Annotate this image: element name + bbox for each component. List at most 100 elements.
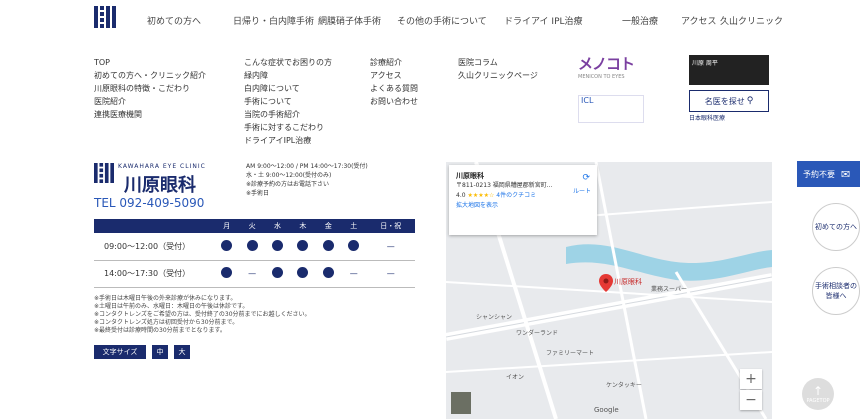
schedule-header: 水: [264, 219, 291, 233]
open-dot-icon: [221, 267, 233, 278]
nav-hisayama[interactable]: 久山クリニック: [720, 14, 783, 27]
menicon-banner[interactable]: メノコト MENICON TO EYES: [578, 53, 644, 93]
nav-retina[interactable]: 網膜硝子体手術: [318, 14, 381, 27]
hours-line: ※手術日: [246, 190, 270, 197]
map-pin-icon[interactable]: [599, 274, 613, 292]
first-visit-circle-button[interactable]: 初めての方へ: [812, 203, 860, 251]
open-dot-icon: [348, 239, 360, 251]
schedule-cell: [264, 260, 291, 288]
schedule-header: 土: [341, 219, 367, 233]
map-place-label: ワンダーランド: [516, 330, 559, 337]
open-dot-icon: [272, 239, 284, 251]
schedule-header: 月: [214, 219, 240, 233]
arrow-up-icon: ↑: [812, 384, 824, 398]
sitemap-link[interactable]: 初めての方へ・クリニック紹介: [94, 69, 206, 82]
directions-link[interactable]: ルート: [573, 187, 591, 197]
sitemap-link[interactable]: 医院紹介: [94, 95, 206, 108]
closed-dash-icon: —: [386, 269, 395, 278]
open-dot-icon: [221, 239, 233, 251]
note-line: ※コンタクトレンズをご希望の方は、受付終了の30分前までにお越しください。: [94, 311, 311, 318]
schedule-cell: —: [341, 260, 367, 288]
table-row: 09:00～12:00（受付） —: [94, 233, 415, 261]
schedule-header: [94, 219, 214, 233]
sitemap-link[interactable]: 診療紹介: [370, 56, 418, 69]
clinic-name-jp: 川原眼科: [124, 175, 196, 196]
pagetop-button[interactable]: ↑ PAGETOP: [802, 378, 834, 410]
schedule-cell: [341, 233, 367, 261]
doctor-banner[interactable]: 川原 周平: [689, 55, 769, 85]
icl-banner[interactable]: ICL: [578, 95, 644, 123]
sitemap-link[interactable]: 白内障について: [244, 82, 332, 95]
schedule-cell: —: [366, 233, 415, 261]
closed-dash-icon: —: [349, 269, 358, 278]
note-line: ※最終受付は診療時間の30分前までとなります。: [94, 327, 226, 334]
nav-dry-eye[interactable]: ドライアイ IPL治療: [504, 14, 583, 27]
meii-search-banner[interactable]: 名医を探せ ⚲: [689, 90, 769, 112]
font-size-medium-button[interactable]: 中: [152, 345, 168, 359]
sitemap-link[interactable]: 手術について: [244, 95, 332, 108]
sitemap-link[interactable]: ドライアイIPL治療: [244, 134, 332, 147]
sitemap-link[interactable]: お問い合わせ: [370, 95, 418, 108]
nav-access[interactable]: アクセス: [681, 14, 717, 27]
schedule-cell: [214, 260, 240, 288]
schedule-cell: [315, 233, 342, 261]
nav-first-visit[interactable]: 初めての方へ: [147, 14, 201, 27]
hours-line: AM 9:00～12:00 / PM 14:00～17:30(受付): [246, 163, 368, 170]
menicon-logo: メノコト: [578, 55, 635, 73]
nav-cataract[interactable]: 日帰り・白内障手術: [233, 14, 314, 27]
open-dot-icon: [272, 267, 284, 278]
schedule-cell: [290, 260, 316, 288]
map-reviews-link[interactable]: 4件のクチコミ: [496, 192, 536, 199]
sitemap-link[interactable]: 川原眼科の特徴・こだわり: [94, 82, 206, 95]
map-larger-link[interactable]: 拡大地図を表示: [456, 201, 590, 211]
directions-icon[interactable]: ⟳: [582, 173, 590, 183]
sitemap-link[interactable]: 連携医療機関: [94, 108, 206, 121]
clinic-name-en: KAWAHARA EYE CLINIC: [118, 163, 206, 170]
sitemap-link[interactable]: TOP: [94, 56, 206, 69]
schedule-body: 09:00～12:00（受付） — 14:00～17:30（受付） — — —: [94, 233, 415, 288]
surgery-label: 手術相談者の皆様へ: [815, 282, 857, 300]
font-size-large-button[interactable]: 大: [174, 345, 190, 359]
sitemap-col-4: 医院コラム 久山クリニックページ: [458, 56, 538, 82]
schedule-cell: —: [239, 260, 265, 288]
sitemap-link[interactable]: 当院の手術紹介: [244, 108, 332, 121]
sitemap-link[interactable]: こんな症状でお困りの方: [244, 56, 332, 69]
sitemap-link[interactable]: よくある質問: [370, 82, 418, 95]
nav-other-surgery[interactable]: その他の手術について: [397, 14, 487, 27]
closed-dash-icon: —: [248, 269, 257, 278]
closed-dash-icon: —: [386, 241, 395, 251]
map-place-label: ファミリーマート: [546, 350, 595, 357]
zoom-in-button[interactable]: +: [740, 369, 762, 389]
sitemap-link[interactable]: 医院コラム: [458, 56, 538, 69]
sitemap-link[interactable]: 緑内障: [244, 69, 332, 82]
note-line: ※コンタクトレンズ処方は初回受付から30分前まで。: [94, 319, 239, 326]
sitemap-link[interactable]: 手術に対するこだわり: [244, 121, 332, 134]
reserve-label: 予約不要: [803, 169, 835, 179]
schedule-table: 月 火 水 木 金 土 日・祝 09:00～12:00（受付） —14:00～17…: [94, 219, 415, 288]
schedule-cell: [264, 233, 291, 261]
map-place-label: シャンシャン: [476, 314, 513, 321]
map-place-name: 川原眼科: [456, 172, 484, 180]
open-dot-icon: [297, 267, 309, 278]
sitemap-link[interactable]: アクセス: [370, 69, 418, 82]
magnifier-icon: ⚲: [746, 96, 754, 106]
table-row: 14:00～17:30（受付） — — —: [94, 260, 415, 288]
sitemap-col-1: TOP 初めての方へ・クリニック紹介 川原眼科の特徴・こだわり 医院紹介 連携医…: [94, 56, 206, 121]
zoom-out-button[interactable]: −: [740, 390, 762, 410]
map-address: 〒811-0213 福岡県糟屋郡新宮町...: [456, 182, 553, 189]
schedule-cell: [214, 233, 240, 261]
sitemap-link[interactable]: 久山クリニックページ: [458, 69, 538, 82]
phone-number[interactable]: TEL 092-409-5090: [94, 196, 204, 210]
schedule-header: 日・祝: [366, 219, 415, 233]
open-dot-icon: [322, 267, 334, 278]
map-place-label: イオン: [506, 374, 525, 381]
surgery-circle-button[interactable]: 手術相談者の皆様へ: [812, 267, 860, 315]
clinic-logo-icon: [94, 163, 114, 183]
no-reservation-button[interactable]: 予約不要 ✉: [797, 161, 860, 187]
clinic-logo-icon[interactable]: [94, 6, 116, 28]
nav-general[interactable]: 一般治療: [622, 14, 658, 27]
schedule-header: 火: [239, 219, 265, 233]
menicon-sub: MENICON TO EYES: [578, 74, 625, 80]
map-place-label: 業務スーパー: [651, 286, 687, 293]
google-logo: Google: [594, 406, 619, 414]
